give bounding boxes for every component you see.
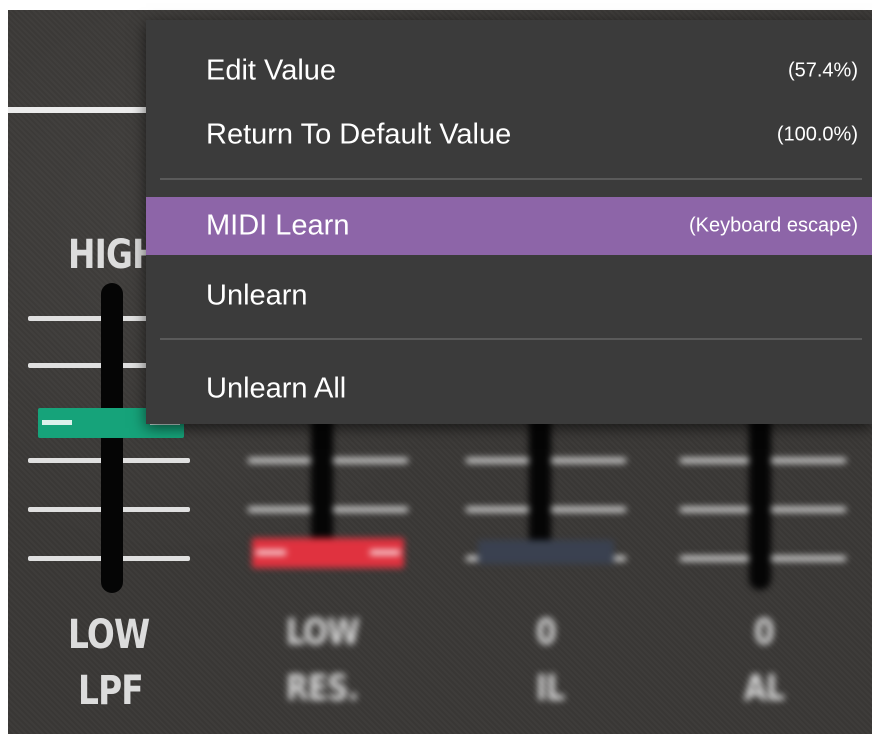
menu-item-label: Return To Default Value [206,118,512,151]
menu-separator [160,178,862,180]
menu-item-edit-value[interactable]: Edit Value (57.4%) [146,42,872,100]
menu-separator [160,338,862,340]
third-fader-cap[interactable] [478,540,614,564]
fourth-track[interactable] [749,410,771,590]
menu-item-unlearn-all[interactable]: Unlearn All [146,360,872,418]
menu-item-return-to-default[interactable]: Return To Default Value (100.0%) [146,106,872,164]
menu-item-label: Edit Value [206,54,337,87]
lpf-name-label: LPF [78,668,144,714]
lpf-low-label: LOW [68,612,150,658]
res-track[interactable] [311,410,333,550]
menu-item-shortcut: (57.4%) [787,59,858,82]
fourth-name-label: AL [744,668,785,709]
menu-item-shortcut: (Keyboard escape) [689,214,858,237]
menu-item-label: Unlearn [206,279,308,312]
res-low-label: LOW [286,612,360,653]
res-name-label: RES. [286,668,359,709]
menu-item-label: MIDI Learn [206,209,350,242]
lpf-track[interactable] [101,283,123,593]
menu-item-unlearn[interactable]: Unlearn [146,267,872,325]
panel-divider [8,107,148,113]
third-zero-label: 0 [536,612,557,653]
menu-item-midi-learn[interactable]: MIDI Learn (Keyboard escape) [146,197,872,255]
third-track[interactable] [529,410,551,550]
menu-item-shortcut: (100.0%) [776,123,858,146]
third-name-label: IL [536,668,565,709]
menu-item-label: Unlearn All [206,372,347,405]
res-fader-cap[interactable] [252,538,404,568]
context-menu: Edit Value (57.4%) Return To Default Val… [146,20,872,424]
fourth-zero-label: 0 [754,612,775,653]
